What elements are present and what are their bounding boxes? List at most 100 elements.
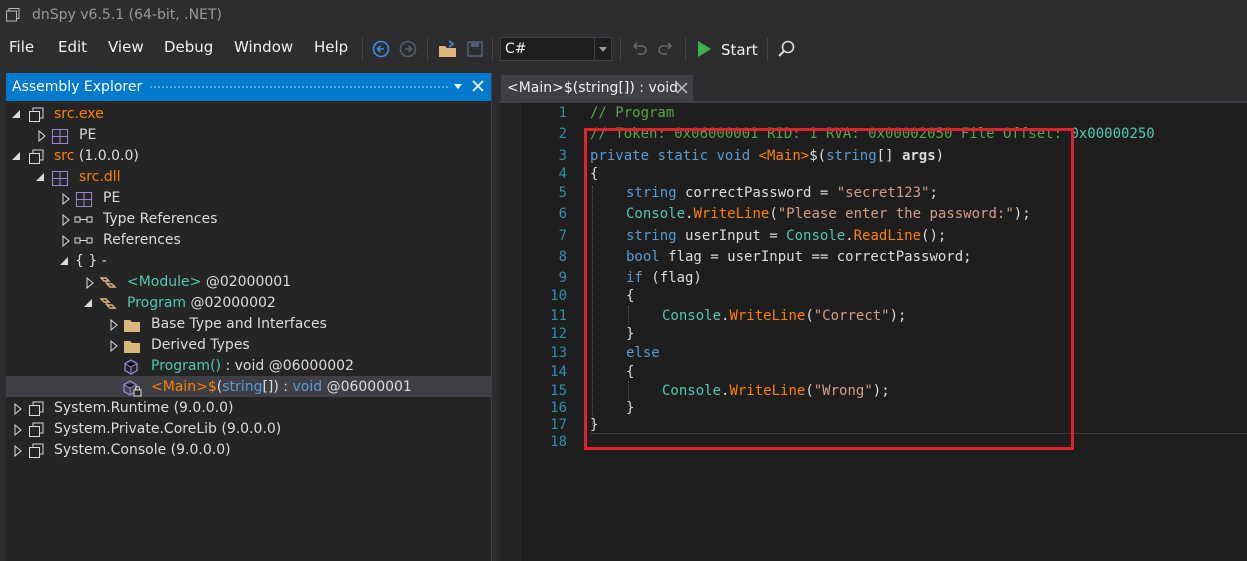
tree-label: src (1.0.0.0) — [54, 148, 139, 164]
collapsed-arrow-icon[interactable] — [37, 130, 47, 142]
line-number: 4 — [558, 166, 567, 182]
folder-icon — [124, 320, 140, 332]
line-number: 12 — [550, 326, 567, 342]
dll-module-icon — [52, 171, 68, 186]
tab-main-method[interactable]: <Main>$(string[]) : void — [501, 75, 693, 101]
undo-icon[interactable] — [629, 38, 649, 60]
tab-underline — [499, 101, 1247, 103]
method-icon — [124, 359, 138, 375]
menu-file[interactable]: File — [9, 38, 34, 56]
tab-label: <Main>$(string[]) : void — [507, 80, 679, 96]
menu-window[interactable]: Window — [234, 38, 293, 56]
line-number: 6 — [558, 206, 567, 222]
pe-icon — [52, 129, 68, 144]
tree-label: PE — [103, 190, 121, 206]
tree-label: src.exe — [54, 106, 104, 122]
panel-menu-icon[interactable] — [453, 80, 463, 95]
close-icon[interactable] — [676, 79, 688, 101]
expanded-arrow-icon[interactable] — [83, 298, 93, 308]
line-number: 13 — [550, 345, 567, 361]
close-icon[interactable] — [472, 77, 484, 99]
open-folder-icon[interactable] — [437, 38, 459, 60]
line-number: 5 — [558, 185, 567, 201]
line-number: 3 — [558, 148, 567, 164]
line-number: 16 — [550, 400, 567, 416]
code-line: // Program — [590, 105, 675, 121]
assembly-icon — [29, 422, 44, 437]
redo-icon[interactable] — [656, 38, 676, 60]
start-debug-icon[interactable] — [695, 38, 713, 60]
line-number: 11 — [550, 308, 567, 324]
line-number: 1 — [558, 105, 567, 121]
line-number: 14 — [550, 364, 567, 380]
private-method-icon — [123, 380, 142, 397]
collapsed-arrow-icon[interactable] — [61, 235, 71, 247]
expanded-arrow-icon[interactable] — [35, 172, 45, 182]
line-number: 17 — [550, 417, 567, 433]
assembly-icon — [29, 401, 44, 416]
references-icon — [74, 216, 93, 223]
module-icon — [29, 149, 44, 164]
collapsed-arrow-icon[interactable] — [13, 445, 23, 457]
language-select[interactable]: C# — [500, 37, 612, 61]
namespace-label: { } - — [75, 253, 107, 269]
tree-label: Base Type and Interfaces — [151, 316, 327, 332]
tree-label: Program @02000002 — [127, 295, 276, 311]
class-icon — [99, 298, 117, 309]
panel-grip — [149, 85, 449, 90]
tree-label: src.dll — [79, 169, 121, 185]
expanded-arrow-icon[interactable] — [11, 151, 21, 161]
collapsed-arrow-icon[interactable] — [13, 424, 23, 436]
collapsed-arrow-icon[interactable] — [61, 193, 71, 205]
search-icon[interactable] — [776, 38, 798, 60]
tree-label: System.Private.CoreLib (9.0.0.0) — [54, 421, 282, 437]
document-tabs: <Main>$(string[]) : void — [499, 73, 1247, 101]
assembly-explorer-panel: Assembly Explorer src.exe PE src (1.0.0.… — [6, 73, 491, 561]
collapsed-arrow-icon[interactable] — [13, 403, 23, 415]
line-number: 10 — [550, 288, 567, 304]
language-select-value: C# — [505, 41, 527, 57]
title-bar: dnSpy v6.5.1 (64-bit, .NET) — [0, 0, 1247, 32]
references-icon — [74, 237, 93, 244]
tree-label: <Main>$(string[]) : void @06000001 — [151, 379, 412, 395]
line-number: 8 — [558, 249, 567, 265]
toolbar-separator — [767, 38, 768, 60]
expanded-arrow-icon[interactable] — [11, 109, 21, 119]
line-number: 7 — [558, 228, 567, 244]
tree-label: System.Console (9.0.0.0) — [54, 442, 231, 458]
menu-help[interactable]: Help — [314, 38, 348, 56]
menu-bar: File Edit View Debug Window Help — [0, 32, 1247, 66]
navigate-back-icon[interactable] — [371, 38, 391, 60]
menu-edit[interactable]: Edit — [58, 38, 87, 56]
window-title: dnSpy v6.5.1 (64-bit, .NET) — [32, 7, 222, 23]
tree-label: System.Runtime (9.0.0.0) — [54, 400, 234, 416]
line-number: 2 — [558, 126, 567, 142]
panel-title: Assembly Explorer — [12, 79, 143, 95]
collapsed-arrow-icon[interactable] — [61, 214, 71, 226]
class-icon — [99, 277, 117, 288]
assembly-icon — [29, 107, 44, 122]
navigate-forward-icon[interactable] — [398, 38, 418, 60]
tree-label: Type References — [103, 211, 218, 227]
toolbar-separator — [362, 38, 363, 60]
assembly-explorer-header: Assembly Explorer — [6, 73, 491, 101]
assembly-icon — [29, 443, 44, 458]
save-icon[interactable] — [465, 38, 485, 60]
collapsed-arrow-icon[interactable] — [109, 319, 119, 331]
collapsed-arrow-icon[interactable] — [85, 277, 95, 289]
start-button[interactable]: Start — [721, 41, 758, 59]
menu-debug[interactable]: Debug — [164, 38, 213, 56]
collapsed-arrow-icon[interactable] — [109, 340, 119, 352]
dnspy-logo-icon — [6, 8, 20, 22]
tree-label: Derived Types — [151, 337, 250, 353]
folder-icon — [124, 341, 140, 353]
line-number: 9 — [558, 270, 567, 286]
line-number: 18 — [550, 434, 567, 450]
toolbar-separator — [492, 38, 493, 60]
panel-splitter[interactable] — [491, 73, 499, 561]
toolbar-separator — [427, 38, 428, 60]
menu-view[interactable]: View — [108, 38, 144, 56]
chevron-down-icon[interactable] — [594, 38, 611, 60]
panel-divider — [491, 73, 492, 561]
expanded-arrow-icon[interactable] — [59, 256, 69, 266]
